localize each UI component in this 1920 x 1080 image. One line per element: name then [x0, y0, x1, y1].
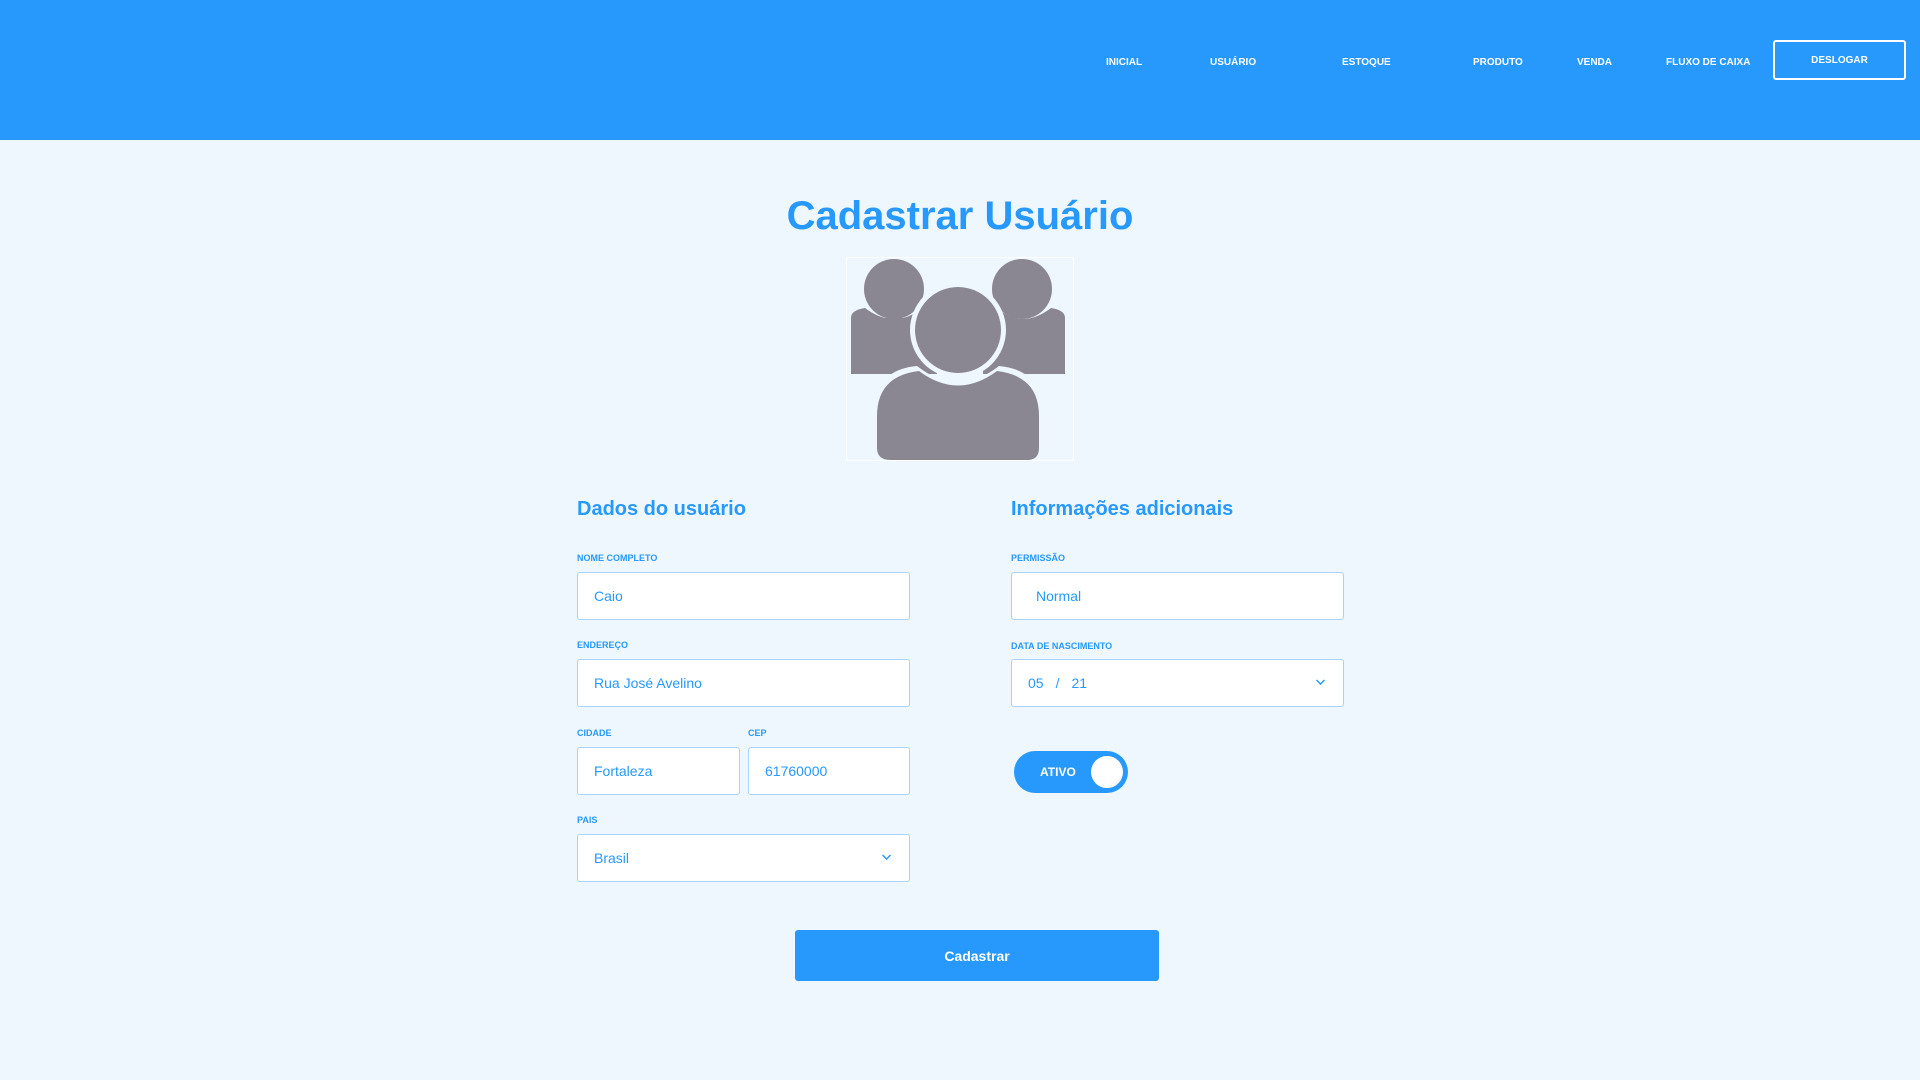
birth-month-value[interactable]: 05: [1028, 675, 1044, 691]
top-navbar: INICIAL USUÁRIO ESTOQUE PRODUTO VENDA FL…: [0, 0, 1920, 140]
permission-field[interactable]: Normal: [1011, 572, 1344, 620]
zip-field[interactable]: 61760000: [748, 747, 910, 795]
address-value: Rua José Avelino: [594, 675, 702, 691]
zip-label: CEP: [748, 728, 767, 738]
toggle-label: ATIVO: [1040, 765, 1076, 779]
toggle-knob: [1089, 754, 1125, 790]
zip-value: 61760000: [765, 763, 828, 779]
birth-date-label: DATA DE NASCIMENTO: [1011, 641, 1113, 651]
nav-item-venda[interactable]: VENDA: [1577, 56, 1612, 70]
city-field[interactable]: Fortaleza: [577, 747, 740, 795]
nav-item-produto[interactable]: PRODUTO: [1473, 56, 1523, 70]
permission-value: Normal: [1036, 588, 1082, 604]
full-name-value: Caio: [594, 588, 623, 604]
active-status-toggle[interactable]: ATIVO: [1014, 751, 1128, 793]
user-data-section-title: Dados do usuário: [577, 498, 746, 520]
date-separator: /: [1055, 675, 1060, 691]
chevron-down-icon[interactable]: [1316, 676, 1325, 685]
address-field[interactable]: Rua José Avelino: [577, 659, 910, 707]
country-value: Brasil: [594, 850, 630, 866]
permission-label: PERMISSÃO: [1011, 553, 1066, 563]
address-label: ENDEREÇO: [577, 640, 629, 650]
chevron-down-icon: [882, 851, 891, 860]
nav-item-usuario[interactable]: USUÁRIO: [1210, 56, 1256, 70]
birth-day-value[interactable]: 21: [1071, 675, 1087, 691]
nav-item-estoque[interactable]: ESTOQUE: [1342, 56, 1391, 70]
register-button[interactable]: Cadastrar: [795, 930, 1159, 981]
nav-item-inicial[interactable]: INICIAL: [1106, 56, 1142, 70]
logout-button[interactable]: DESLOGAR: [1773, 40, 1906, 80]
city-value: Fortaleza: [594, 763, 653, 779]
birth-date-field[interactable]: 05 / 21: [1011, 659, 1344, 707]
country-label: PAIS: [577, 815, 598, 825]
city-label: CIDADE: [577, 728, 612, 738]
users-group-icon[interactable]: [846, 257, 1074, 461]
full-name-field[interactable]: Caio: [577, 572, 910, 620]
full-name-label: NOME COMPLETO: [577, 553, 658, 563]
additional-info-section-title: Informações adicionais: [1011, 498, 1234, 520]
page-title: Cadastrar Usuário: [786, 194, 1134, 238]
nav-item-fluxo-de-caixa[interactable]: FLUXO DE CAIXA: [1666, 56, 1750, 70]
country-select[interactable]: Brasil: [577, 834, 910, 882]
